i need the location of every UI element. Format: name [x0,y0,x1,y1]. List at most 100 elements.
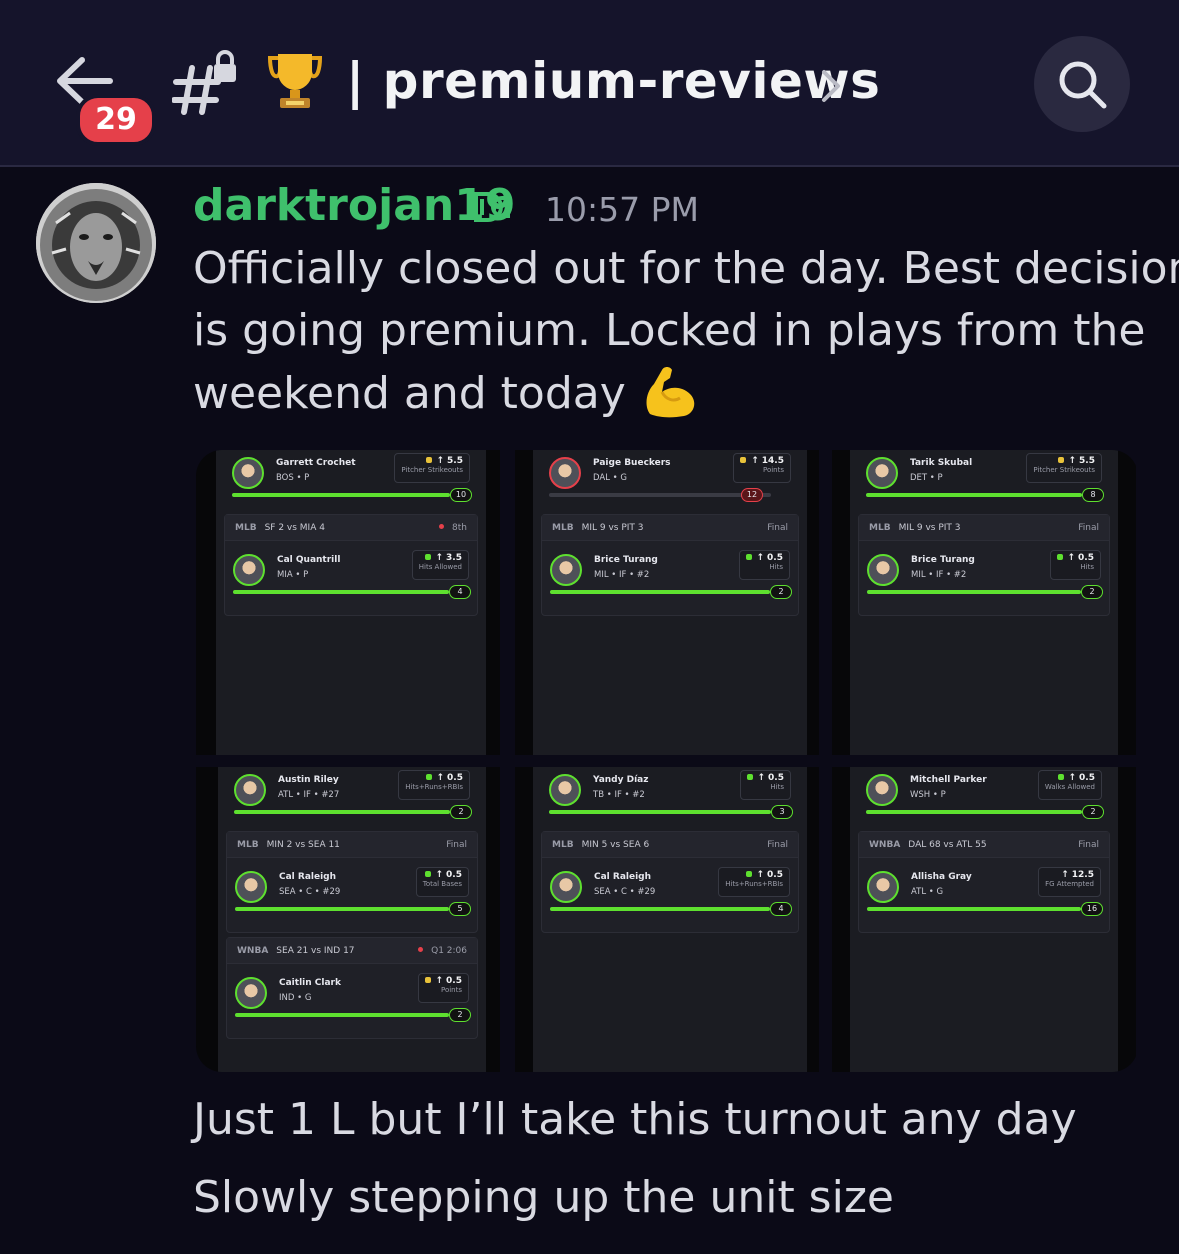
player-avatar [235,977,267,1009]
matchup-label: SEA 21 vs IND 17 [276,946,355,956]
matchup-label: MIL 9 vs PIT 3 [898,523,961,533]
result-pill: 2 [1081,585,1103,599]
progress-bar [549,493,771,497]
goblin-icon [746,774,753,780]
prop-row: Yandy Díaz TB • IF • #2 ↑ 0.5 Hits 3 [541,769,799,825]
line-value: 0.5 [446,870,462,880]
progress-bar [550,590,770,594]
screenshot-panel: Garrett Crochet BOS • P ↑ 5.5 Pitcher Str… [216,450,486,755]
channel-header: 29 | premium-reviews [0,0,1179,167]
avatar[interactable] [36,183,156,303]
coin-icon [425,457,432,463]
line-value: 0.5 [768,773,784,783]
player-position: DET • P [910,473,943,483]
up-arrow-icon: ↑ [435,976,444,986]
channel-title[interactable]: | premium-reviews [346,52,880,110]
screenshot-panel: Paige Bueckers DAL • G ↑ 14.5 Points 12 M… [533,450,807,755]
author-name[interactable]: darktrojan19 [193,180,515,231]
line-value: 14.5 [761,456,784,466]
search-button[interactable] [1034,36,1130,132]
up-arrow-icon: ↑ [757,773,766,783]
search-icon [1059,61,1107,109]
matchup-label: MIN 5 vs SEA 6 [581,840,650,850]
progress-bar [235,907,449,911]
result-pill: 10 [450,488,472,502]
result-pill: 12 [741,488,763,502]
league-label: WNBA [869,840,901,850]
market-label: Pitcher Strikeouts [401,466,463,474]
game-status: Final [446,840,467,850]
prop-line: ↑ 3.5 Hits Allowed [411,550,469,580]
game-card: MLB SF 2 vs MIA 4 8th Cal Quantrill MIA • … [224,514,478,616]
game-card: MLB MIL 9 vs PIT 3 Final Brice Turang MIL … [858,514,1110,616]
player-avatar [866,774,898,806]
result-pill: 3 [771,805,793,819]
up-arrow-icon: ↑ [1061,870,1069,880]
screenshot-panel: Tarik Skubal DET • P ↑ 5.5 Pitcher Strike… [850,450,1118,755]
prop-line: ↑ 0.5 Hits+Runs+RBIs [398,770,470,800]
attachment-gallery[interactable]: Garrett Crochet BOS • P ↑ 5.5 Pitcher Str… [196,450,1138,1072]
up-arrow-icon: ↑ [1067,553,1076,563]
player-name: Paige Bueckers [593,458,671,468]
player-name: Cal Quantrill [277,555,341,565]
prop-line: ↑ 0.5 Total Bases [415,867,469,897]
player-position: WSH • P [910,790,946,800]
league-label: MLB [552,840,574,850]
game-status: Final [1078,840,1099,850]
followup-message-1: Just 1 L but I’ll take this turnout any … [193,1094,1077,1145]
followup-message-2: Slowly stepping up the unit size [193,1172,894,1223]
player-avatar [232,457,264,489]
market-label: Pitcher Strikeouts [1033,466,1095,474]
attachment-image[interactable]: Austin Riley ATL • IF • #27 ↑ 0.5 Hits+Ru… [196,767,500,1072]
goblin-icon [1057,774,1064,780]
player-position: TB • IF • #2 [593,790,645,800]
prop-row: Cal Raleigh SEA • C • #29 ↑ 0.5 Total Bas… [227,866,477,922]
prop-row: Garrett Crochet BOS • P ↑ 5.5 Pitcher Str… [224,452,478,508]
trophy-icon [262,48,328,114]
attachment-image[interactable]: Tarik Skubal DET • P ↑ 5.5 Pitcher Strike… [832,450,1136,755]
up-arrow-icon: ↑ [435,553,444,563]
market-label: Points [762,466,784,474]
player-position: MIL • IF • #2 [911,570,967,580]
result-pill: 5 [449,902,471,916]
attachment-image[interactable]: Mitchell Parker WSH • P ↑ 0.5 Walks Allow… [832,767,1136,1072]
player-position: ATL • IF • #27 [278,790,340,800]
attachment-image[interactable]: Yandy Díaz TB • IF • #2 ↑ 0.5 Hits 3 MLB M… [515,767,819,1072]
up-arrow-icon: ↑ [1068,456,1077,466]
prop-line: ↑ 0.5 Points [417,973,469,1003]
player-avatar [550,871,582,903]
game-card: WNBA SEA 21 vs IND 17 Q1 2:06 Caitlin Clar… [226,937,478,1039]
line-value: 0.5 [767,870,783,880]
market-label: Points [440,986,462,994]
market-label: FG Attempted [1045,880,1094,888]
game-card: WNBA DAL 68 vs ATL 55 Final Allisha Gray A… [858,831,1110,933]
prop-row: Paige Bueckers DAL • G ↑ 14.5 Points 12 [541,452,799,508]
player-avatar [234,774,266,806]
progress-bar [233,590,449,594]
flexed-biceps-emoji [640,362,700,422]
up-arrow-icon: ↑ [436,456,445,466]
prop-line: ↑ 5.5 Pitcher Strikeouts [394,453,470,483]
goblin-icon [424,554,431,560]
player-name: Yandy Díaz [593,775,649,785]
game-status: Final [767,840,788,850]
player-position: IND • G [279,993,312,1003]
goblin-icon [745,871,752,877]
message-line-2: is going premium. Locked in plays from t… [193,305,1146,356]
attachment-image[interactable]: Garrett Crochet BOS • P ↑ 5.5 Pitcher Str… [196,450,500,755]
attachment-image[interactable]: Paige Bueckers DAL • G ↑ 14.5 Points 12 M… [515,450,819,755]
game-status: Final [767,523,788,533]
market-label: Hits+Runs+RBIs [405,783,463,791]
chevron-right-icon[interactable] [818,66,844,106]
game-status: 8th [452,523,467,533]
prop-row: Brice Turang MIL • IF • #2 ↑ 0.5 Hits 2 [542,549,798,605]
coin-icon [740,457,747,463]
up-arrow-icon: ↑ [1068,773,1077,783]
progress-bar [867,590,1081,594]
player-position: MIA • P [277,570,309,580]
up-arrow-icon: ↑ [436,773,445,783]
market-label: Total Bases [422,880,462,888]
prop-row: Austin Riley ATL • IF • #27 ↑ 0.5 Hits+Ru… [226,769,478,825]
player-name: Brice Turang [594,555,658,565]
player-position: MIL • IF • #2 [594,570,650,580]
